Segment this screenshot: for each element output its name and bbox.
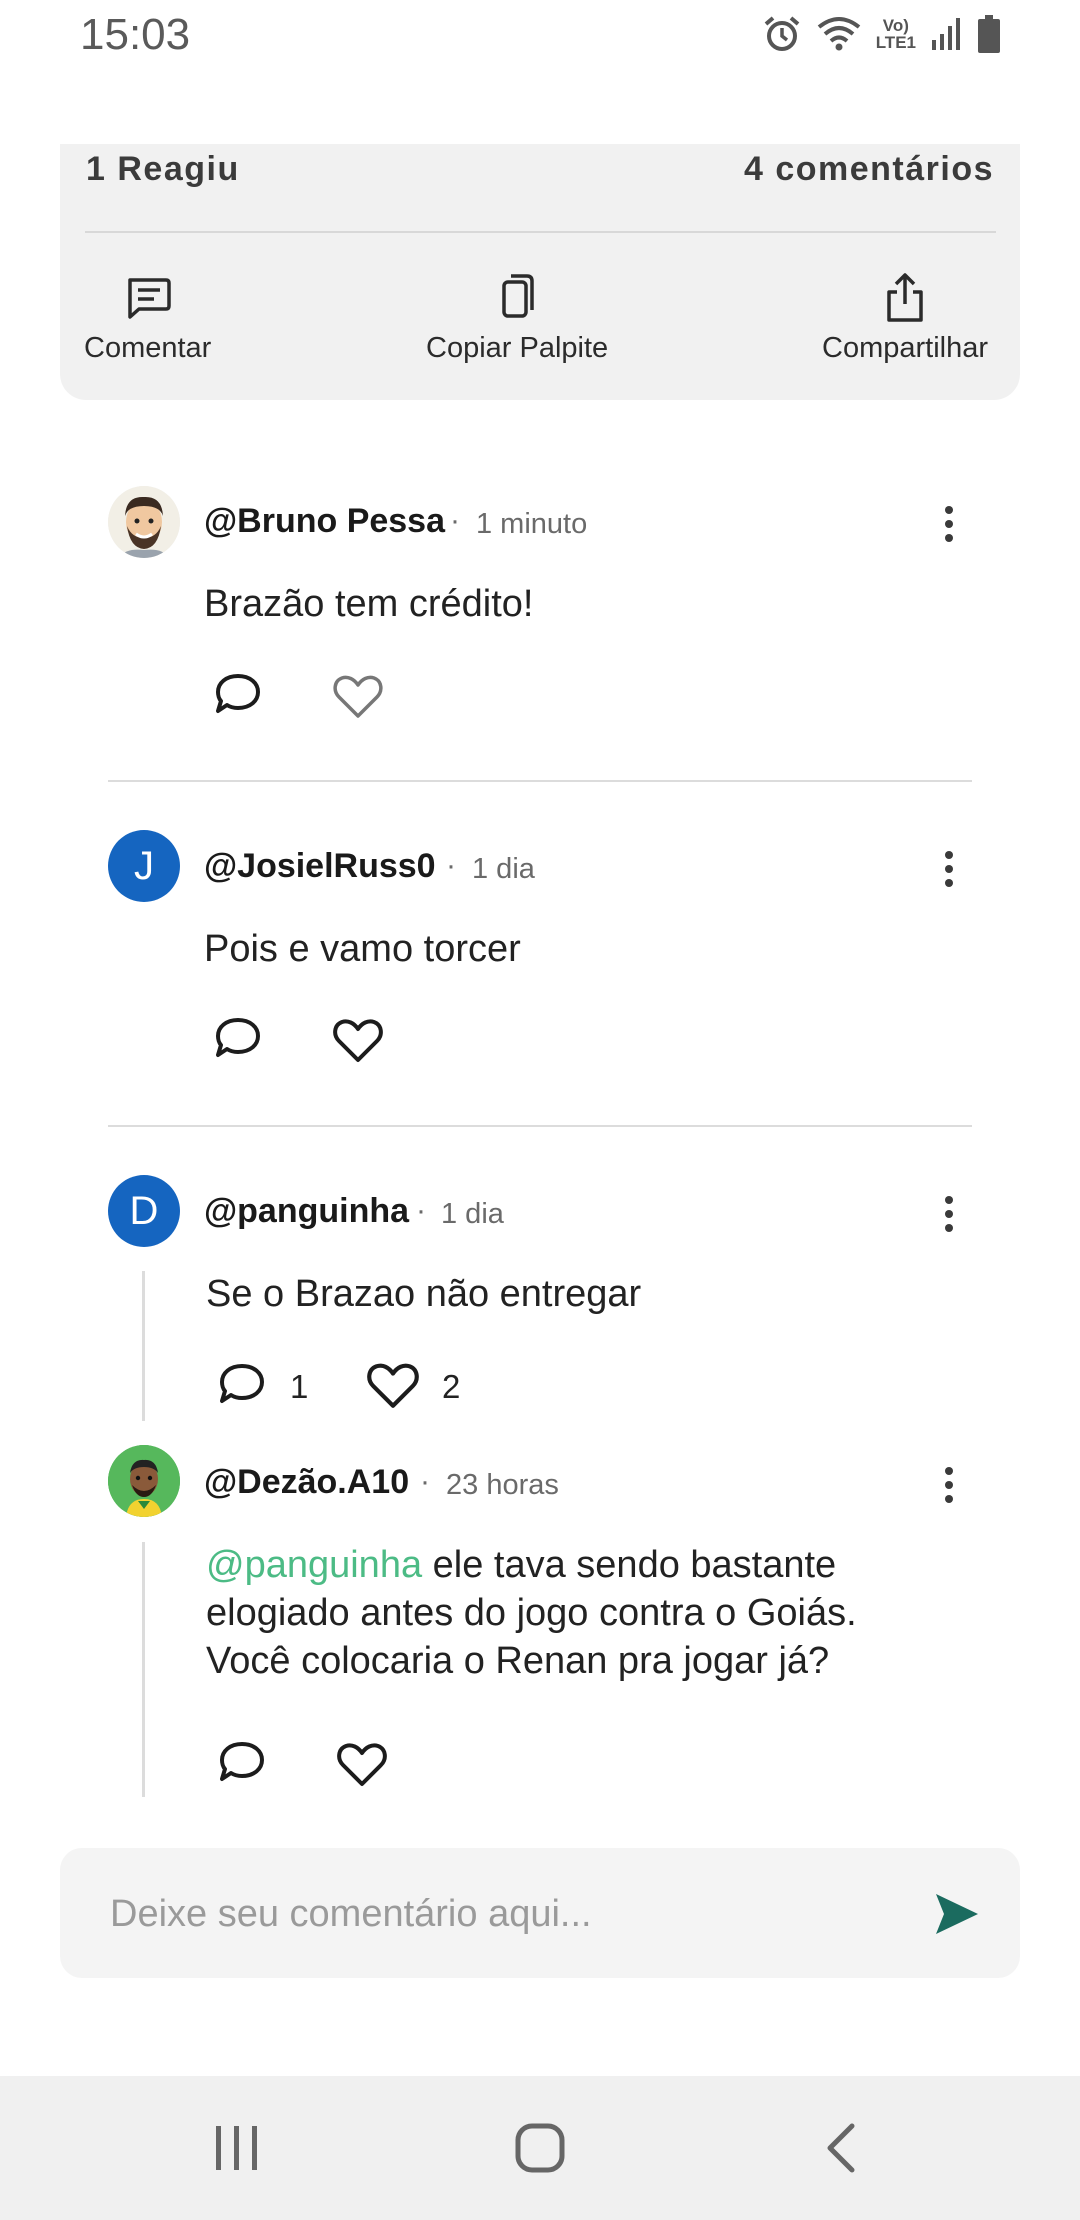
comment-line-2: elogiado antes do jogo contra o Goiás. <box>206 1592 857 1634</box>
separator-dot: · <box>420 1465 430 1498</box>
reply-icon[interactable] <box>216 1736 268 1788</box>
comment-button[interactable]: Comentar <box>84 272 211 365</box>
comment-username[interactable]: @Bruno Pessa <box>204 502 445 541</box>
comment-text: @panguinha ele tava sendo bastante elogi… <box>206 1541 1006 1685</box>
like-icon[interactable] <box>332 672 384 720</box>
battery-icon <box>978 15 1000 53</box>
wifi-icon <box>817 17 860 51</box>
mention-link[interactable]: @panguinha <box>206 1544 422 1586</box>
comment-line-1-text: ele tava sendo bastante <box>422 1544 837 1586</box>
comment-input-container <box>60 1848 1020 1980</box>
back-icon[interactable] <box>822 2122 858 2174</box>
copy-label: Copiar Palpite <box>426 332 609 364</box>
comment-time: 1 dia <box>441 1198 504 1230</box>
comment-username[interactable]: @JosielRuss0 <box>204 847 436 886</box>
more-options-icon[interactable] <box>939 851 959 887</box>
reply-icon[interactable] <box>212 668 264 720</box>
cartoon-avatar-icon <box>108 1445 180 1517</box>
reply-icon[interactable] <box>216 1358 268 1410</box>
more-options-icon[interactable] <box>939 1467 959 1503</box>
thread-line <box>142 1542 145 1797</box>
comment-text: Se o Brazao não entregar <box>206 1273 642 1315</box>
more-options-icon[interactable] <box>939 506 959 542</box>
more-options-icon[interactable] <box>939 1196 959 1232</box>
comment-time: 1 dia <box>472 853 535 885</box>
home-icon[interactable] <box>514 2122 566 2174</box>
reactions-count[interactable]: 1 Reagiu <box>86 150 240 189</box>
separator-dot: · <box>446 849 456 882</box>
status-time: 15:03 <box>80 10 191 59</box>
cartoon-avatar-icon <box>108 486 180 558</box>
comment-divider <box>108 1125 972 1127</box>
thread-line <box>142 1271 145 1421</box>
comment-line-3: Você colocaria o Renan pra jogar já? <box>206 1640 830 1682</box>
comment-text: Pois e vamo torcer <box>204 928 521 970</box>
avatar[interactable]: J <box>108 830 180 902</box>
send-icon[interactable] <box>932 1890 980 1938</box>
comment-input[interactable] <box>108 1848 872 1980</box>
share-icon <box>887 273 923 322</box>
separator-dot: · <box>450 504 460 537</box>
recents-icon[interactable] <box>212 2124 262 2172</box>
like-icon[interactable] <box>366 1360 420 1410</box>
comment-username[interactable]: @Dezão.A10 <box>204 1463 409 1502</box>
share-button[interactable]: Compartilhar <box>822 272 988 365</box>
navigation-bar <box>0 2076 1080 2220</box>
card-divider <box>85 231 996 233</box>
status-icons: Vo) LTE1 <box>762 14 1000 54</box>
comment-username[interactable]: @panguinha <box>204 1192 409 1231</box>
volte-label: Vo) <box>882 16 909 35</box>
separator-dot: · <box>416 1194 426 1227</box>
reply-count: 1 <box>290 1368 309 1405</box>
comment-time: 23 horas <box>446 1469 559 1501</box>
avatar[interactable]: D <box>108 1175 180 1247</box>
like-count: 2 <box>442 1368 461 1405</box>
lte-label: LTE1 <box>875 33 916 52</box>
comment-label: Comentar <box>84 332 212 364</box>
comment-divider <box>108 780 972 782</box>
comment-text: Brazão tem crédito! <box>204 583 534 625</box>
comment-line-1: @panguinha ele tava sendo bastante <box>206 1541 1006 1589</box>
reply-icon[interactable] <box>212 1012 264 1064</box>
share-label: Compartilhar <box>822 332 988 364</box>
like-icon[interactable] <box>336 1740 388 1788</box>
comment-time: 1 minuto <box>476 508 588 540</box>
comment-icon <box>127 278 171 319</box>
avatar[interactable] <box>108 486 180 558</box>
copy-tip-button[interactable]: Copiar Palpite <box>426 272 608 365</box>
avatar[interactable] <box>108 1445 180 1517</box>
comments-count[interactable]: 4 comentários <box>744 150 994 189</box>
like-icon[interactable] <box>332 1016 384 1064</box>
copy-icon <box>502 274 534 318</box>
signal-icon <box>932 18 960 50</box>
volte-lte-icon: Vo) LTE1 <box>876 17 916 51</box>
alarm-icon <box>764 16 799 51</box>
